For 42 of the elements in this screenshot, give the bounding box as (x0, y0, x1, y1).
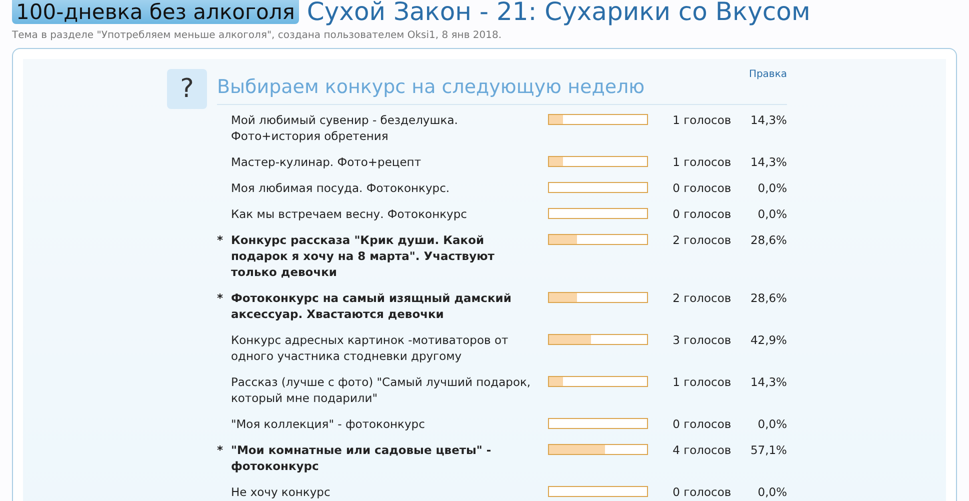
poll-question: Выбираем конкурс на следующую неделю (217, 76, 645, 98)
thread-description: Тема в разделе "Употребляем меньше алкоголя", создана пользователем Oksi1, 8 янв 2018. (12, 30, 503, 43)
vote-count: 1 голосов (672, 154, 732, 170)
option-text: Фотоконкурс на самый изящный дамский аксессуар. Хвастаются девочки (230, 290, 512, 322)
thread-prefix-badge[interactable]: 100-дневка без алкоголя (12, 0, 299, 24)
option-text: Рассказ (лучше с фото) "Самый лучший подарок, который мне подарили" (230, 374, 532, 406)
option-text: "Моя коллекция" - фотоконкурс (230, 416, 426, 432)
vote-percent: 0,0% (756, 180, 787, 196)
vote-percent: 28,6% (749, 290, 787, 306)
option-text: Не хочу конкурс (230, 484, 332, 500)
vote-percent: 57,1% (749, 442, 787, 458)
vote-count: 0 голосов (672, 484, 732, 500)
voted-marker: * (217, 232, 224, 248)
vote-count: 4 голосов (672, 442, 732, 458)
option-text: Конкурс адресных картинок -мотиваторов от одного участника стодневки другому (230, 332, 510, 364)
vote-percent: 28,6% (749, 232, 787, 248)
vote-count: 1 голосов (672, 112, 732, 128)
option-text: Мастер-кулинар. Фото+рецепт (230, 154, 422, 170)
vote-percent: 0,0% (756, 484, 787, 500)
vote-count: 0 голосов (672, 180, 732, 196)
vote-count: 1 голосов (672, 374, 732, 390)
vote-count: 0 голосов (672, 206, 732, 222)
voted-marker: * (217, 442, 224, 458)
option-text: Мой любимый сувенир - безделушка. Фото+история обретения (230, 112, 459, 144)
edit-link[interactable]: Правка (748, 69, 787, 98)
voted-marker: * (217, 290, 224, 306)
option-text: Конкурс рассказа "Крик души. Какой подарок я хочу на 8 марта". Участвуют только девочки (230, 232, 496, 280)
vote-percent: 14,3% (749, 154, 787, 170)
vote-percent: 14,3% (749, 374, 787, 390)
vote-percent: 0,0% (756, 206, 787, 222)
vote-percent: 14,3% (749, 112, 787, 128)
question-icon: ? (167, 69, 207, 109)
vote-percent: 0,0% (756, 416, 787, 432)
option-text: "Мои комнатные или садовые цветы" - фотоконкурс (230, 442, 492, 474)
vote-count: 3 голосов (672, 332, 732, 348)
vote-count: 2 голосов (672, 290, 732, 306)
option-text: Как мы встречаем весну. Фотоконкурс (230, 206, 468, 222)
option-text: Моя любимая посуда. Фотоконкурс. (230, 180, 451, 196)
vote-percent: 42,9% (749, 332, 787, 348)
thread-title: Сухой Закон - 21: Сухарики со Вкусом (306, 0, 810, 24)
vote-count: 0 голосов (672, 416, 732, 432)
vote-count: 2 голосов (672, 232, 732, 248)
